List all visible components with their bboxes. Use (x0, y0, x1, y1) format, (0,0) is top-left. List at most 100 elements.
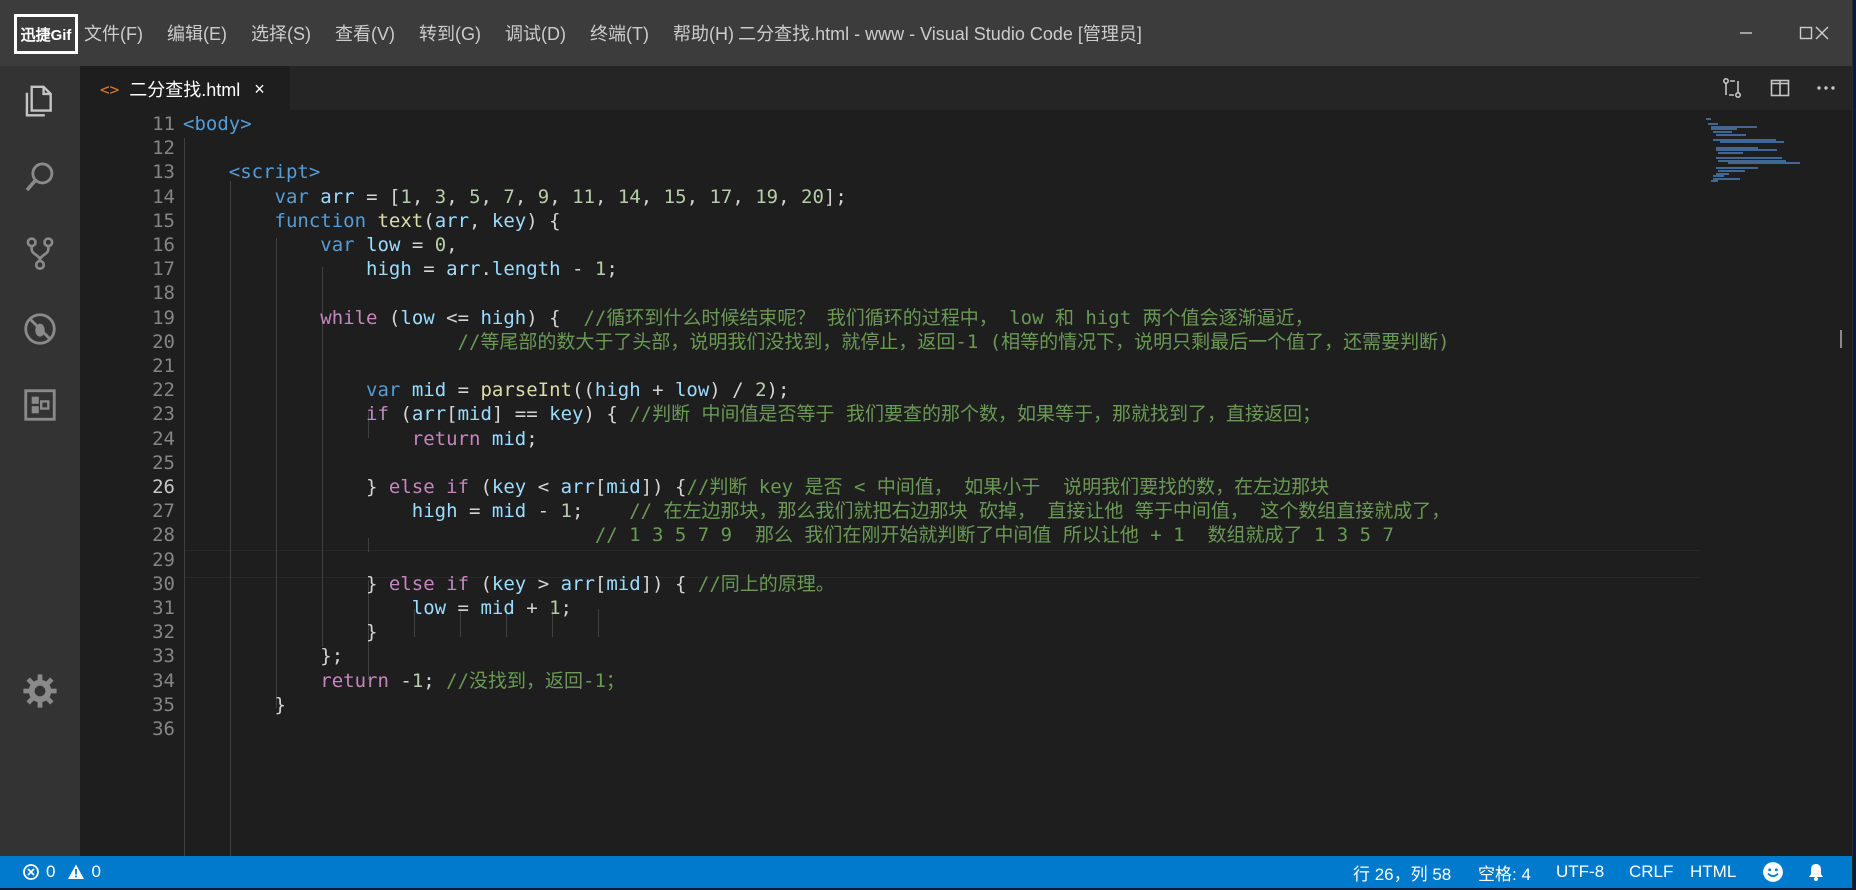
language-mode[interactable]: HTML (1690, 856, 1736, 888)
code-token: = (457, 500, 492, 523)
cursor-position[interactable]: 行 26，列 58 (1353, 856, 1451, 888)
code-token: high (480, 306, 527, 329)
indentation-status[interactable]: 空格: 4 (1478, 856, 1531, 888)
minimize-icon (1740, 32, 1752, 34)
search-button[interactable] (0, 142, 80, 212)
code-token: arr (320, 185, 355, 208)
code-token: , (469, 209, 492, 232)
code-token: < (526, 476, 561, 498)
gear-icon (23, 674, 57, 708)
code-token: 14 (617, 185, 641, 208)
code-token: - (526, 500, 561, 523)
code-token: low (366, 234, 401, 256)
code-token: [ (594, 476, 607, 498)
scrollbar-thumb[interactable] (1840, 330, 1842, 348)
menu-item[interactable]: 转到(G) (407, 20, 493, 46)
menu-item[interactable]: 调试(D) (493, 20, 578, 46)
code-token: mid (491, 427, 527, 450)
code-token: arr (446, 258, 481, 281)
code-editor[interactable]: 11 <body> 12 13 <script> 14 var arr = [1, 3,… (80, 110, 1852, 856)
code-token: = (446, 379, 481, 402)
menu-item[interactable]: 编辑(E) (155, 20, 239, 46)
menu-item[interactable]: 选择(S) (239, 20, 323, 46)
code-token: mid (606, 572, 641, 595)
code-token: function (274, 209, 367, 232)
code-token: , (549, 185, 573, 208)
code-token: key (491, 209, 527, 232)
minimize-button[interactable] (1716, 0, 1776, 66)
code-token: mid (411, 379, 447, 402)
code-token: , (686, 185, 710, 208)
line-number: 36 (152, 718, 175, 740)
code-token: 3 (434, 185, 447, 208)
code-token: //等尾部的数大于了头部，说明我们没找到，就停止，返回-1 (相等的情况下，说明… (457, 330, 1450, 353)
encoding-status[interactable]: UTF-8 (1556, 856, 1604, 888)
debug-button[interactable] (0, 294, 80, 364)
code-token: var (274, 185, 309, 208)
code-token: <body> (183, 113, 252, 135)
ellipsis-icon (1817, 86, 1835, 90)
vertical-scrollbar[interactable] (1836, 110, 1852, 856)
code-token: low (400, 306, 435, 329)
code-token: ( (388, 403, 412, 426)
menu-item[interactable]: 文件(F) (72, 20, 155, 46)
code-token: mid (491, 500, 527, 523)
window-title: 二分查找.html - www - Visual Studio Code [管理… (738, 24, 1142, 44)
code-token: . (480, 258, 492, 281)
problems-indicator[interactable]: 0 0 (22, 856, 101, 888)
feedback-button[interactable] (1762, 856, 1784, 888)
code-token: , (640, 185, 664, 208)
tab-binary-search-html[interactable]: <> 二分查找.html × (80, 66, 290, 111)
source-control-icon (26, 237, 54, 270)
code-token: 9 (537, 185, 550, 208)
minimap[interactable] (1700, 110, 1820, 856)
warning-count: 0 (91, 862, 101, 881)
code-token: - (388, 669, 412, 692)
vscode-window: 文件(F) 编辑(E) 选择(S) 查看(V) 转到(G) 调试(D) 终端(T) 帮助(H)… (0, 0, 1853, 888)
code-token: key (549, 403, 584, 426)
code-line: 36 (80, 715, 1700, 744)
menu-item[interactable]: 查看(V) (323, 20, 407, 46)
code-token: if (366, 403, 389, 426)
close-window-button[interactable] (1792, 0, 1852, 66)
extensions-icon (24, 389, 56, 421)
open-changes-button[interactable] (1712, 66, 1752, 110)
explorer-button[interactable] (0, 66, 80, 136)
code-token: parseInt (480, 379, 572, 402)
split-editor-button[interactable] (1760, 66, 1800, 110)
extensions-button[interactable] (0, 370, 80, 440)
tab-close-button[interactable]: × (254, 79, 265, 100)
code-token: 1 (594, 258, 607, 281)
code-token: mid (457, 403, 492, 426)
code-token: ( (469, 476, 492, 498)
eol-status[interactable]: CRLF (1629, 856, 1673, 888)
minimap-line (1727, 162, 1800, 165)
code-token: <= (434, 306, 481, 329)
code-token: high (411, 500, 458, 523)
html-file-icon: <> (100, 79, 120, 99)
settings-button[interactable] (0, 656, 80, 726)
code-token: ); (766, 379, 790, 402)
code-token: (( (571, 379, 595, 402)
source-control-button[interactable] (0, 218, 80, 288)
debug-icon (24, 313, 56, 345)
more-actions-button[interactable] (1806, 66, 1846, 110)
activity-bar (0, 66, 80, 856)
code-token: = (411, 258, 447, 281)
code-token: return (411, 427, 481, 450)
code-token: length (491, 258, 561, 281)
tab-bar: <> 二分查找.html × (80, 66, 1852, 111)
code-token: ( (469, 572, 492, 595)
code-token: 5 (469, 185, 481, 208)
notifications-button[interactable] (1806, 856, 1826, 888)
